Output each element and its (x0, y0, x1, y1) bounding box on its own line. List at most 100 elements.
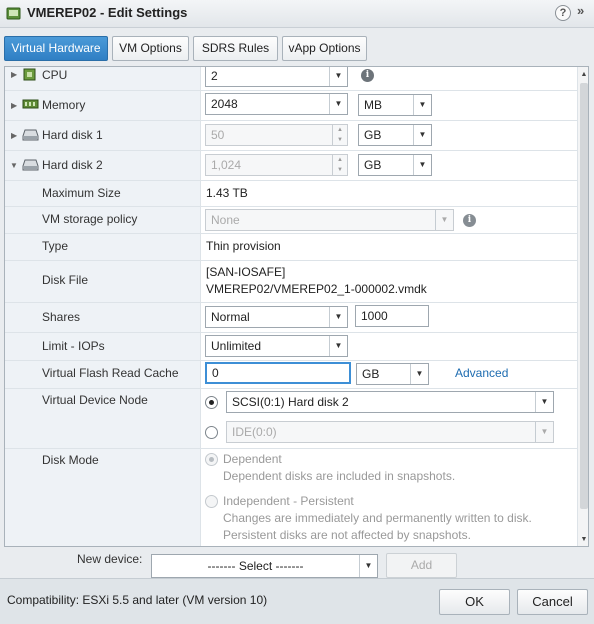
shares-select[interactable]: Normal ▼ (205, 306, 348, 328)
chevron-down-icon: ▼ (413, 155, 431, 175)
tab-vm-options[interactable]: VM Options (112, 36, 189, 61)
flash-cache-input[interactable]: 0 (205, 362, 351, 384)
ide-node-value: IDE(0:0) (232, 425, 277, 439)
independent-desc-1: Changes are immediately and permanently … (223, 511, 532, 525)
scroll-thumb[interactable] (580, 83, 588, 509)
memory-unit: MB (364, 98, 382, 112)
chevron-down-icon: ▼ (329, 307, 347, 327)
row-divider (5, 360, 577, 361)
independent-radio[interactable] (205, 495, 218, 508)
scroll-up-icon[interactable]: ▲ (578, 69, 588, 81)
tab-vapp-options[interactable]: vApp Options (282, 36, 367, 61)
hard-disk-1-unit: GB (364, 128, 382, 142)
disk-mode-label: Disk Mode (42, 453, 99, 467)
disk-file-datastore: [SAN-IOSAFE] (206, 265, 286, 279)
expand-arrow-icon[interactable]: ▶ (11, 70, 17, 79)
new-device-select[interactable]: ------- Select ------- ▼ (151, 554, 378, 578)
ok-button[interactable]: OK (439, 589, 510, 615)
chevron-down-icon: ▼ (413, 125, 431, 145)
scsi-node-select[interactable]: SCSI(0:1) Hard disk 2 ▼ (226, 391, 554, 413)
expand-arrow-icon[interactable]: ▶ (11, 131, 17, 140)
advanced-link[interactable]: Advanced (455, 366, 508, 380)
limit-iops-value: Unlimited (211, 339, 262, 353)
row-divider (5, 332, 577, 333)
flash-cache-unit: GB (362, 367, 380, 381)
cpu-icon (23, 68, 36, 81)
independent-title: Independent - Persistent (223, 494, 354, 508)
row-divider (5, 180, 577, 181)
dependent-desc: Dependent disks are included in snapshot… (223, 469, 456, 483)
ide-radio[interactable] (205, 426, 218, 439)
chevron-down-icon: ▼ (535, 392, 553, 412)
hard-disk-1-unit-select[interactable]: GB ▼ (358, 124, 432, 146)
row-divider (5, 302, 577, 303)
hard-disk-1-size-input[interactable]: 50 ▲ ▼ (205, 124, 348, 146)
spin-down-icon[interactable]: ▼ (332, 165, 347, 175)
memory-value: 2048 (211, 97, 238, 111)
storage-policy-value: None (211, 213, 240, 227)
hard-disk-2-unit: GB (364, 158, 382, 172)
info-icon[interactable]: i (361, 69, 374, 82)
tab-sdrs-rules[interactable]: SDRS Rules (193, 36, 278, 61)
memory-select[interactable]: 2048 ▼ (205, 93, 348, 115)
type-label: Type (42, 239, 69, 253)
row-divider (5, 388, 577, 389)
independent-desc-2: Persistent disks are not affected by sna… (223, 528, 471, 542)
storage-policy-select[interactable]: None ▼ (205, 209, 454, 231)
expand-icon[interactable]: » (577, 3, 584, 18)
hard-disk-1-value: 50 (211, 128, 225, 142)
flash-cache-unit-select[interactable]: GB ▼ (356, 363, 429, 385)
collapse-arrow-icon[interactable]: ▼ (10, 161, 18, 170)
flash-cache-label: Virtual Flash Read Cache (42, 366, 179, 380)
add-button[interactable]: Add (386, 553, 457, 578)
spin-up-icon[interactable]: ▲ (332, 125, 347, 135)
memory-label: Memory (42, 98, 86, 112)
title-bar: VMEREP02 - Edit Settings ? » (0, 0, 594, 28)
dependent-title: Dependent (223, 452, 282, 466)
max-size-label: Maximum Size (42, 186, 121, 200)
vertical-scrollbar[interactable]: ▲ ▼ (577, 67, 588, 546)
shares-amount-input[interactable]: 1000 (355, 305, 429, 327)
hard-disk-1-label: Hard disk 1 (42, 128, 103, 142)
limit-iops-label: Limit - IOPs (42, 339, 105, 353)
cpu-label: CPU (42, 68, 68, 82)
row-divider (5, 233, 577, 234)
ide-node-select[interactable]: IDE(0:0) ▼ (226, 421, 554, 443)
storage-policy-label: VM storage policy (42, 212, 138, 226)
chevron-down-icon: ▼ (435, 210, 453, 230)
chevron-down-icon: ▼ (413, 95, 431, 115)
memory-unit-select[interactable]: MB ▼ (358, 94, 432, 116)
disk-file-label: Disk File (42, 273, 89, 287)
scsi-radio[interactable] (205, 396, 218, 409)
chevron-down-icon: ▼ (359, 555, 377, 577)
tab-virtual-hardware[interactable]: Virtual Hardware (4, 36, 108, 61)
hard-disk-2-size-input[interactable]: 1,024 ▲ ▼ (205, 154, 348, 176)
max-size-value: 1.43 TB (206, 186, 248, 200)
cpu-select[interactable]: 2 ▼ (205, 67, 348, 87)
scsi-node-value: SCSI(0:1) Hard disk 2 (232, 395, 349, 409)
spin-up-icon[interactable]: ▲ (332, 155, 347, 165)
row-divider (5, 120, 577, 121)
row-divider (5, 150, 577, 151)
cancel-button[interactable]: Cancel (517, 589, 588, 615)
info-icon[interactable]: i (463, 214, 476, 227)
limit-iops-select[interactable]: Unlimited ▼ (205, 335, 348, 357)
new-device-select-value: ------- Select ------- (207, 559, 304, 573)
compatibility-text: Compatibility: ESXi 5.5 and later (VM ve… (7, 593, 268, 607)
scroll-down-icon[interactable]: ▼ (578, 534, 588, 546)
hard-disk-icon (22, 129, 39, 141)
dependent-radio[interactable] (205, 453, 218, 466)
help-icon[interactable]: ? (555, 5, 571, 21)
row-divider (5, 90, 577, 91)
hard-disk-2-value: 1,024 (211, 158, 242, 172)
window-title: VMEREP02 - Edit Settings (27, 5, 188, 20)
hard-disk-2-unit-select[interactable]: GB ▼ (358, 154, 432, 176)
chevron-down-icon: ▼ (329, 67, 347, 86)
spin-down-icon[interactable]: ▼ (332, 135, 347, 145)
chevron-down-icon: ▼ (410, 364, 428, 384)
row-divider (5, 448, 577, 449)
shares-label: Shares (42, 310, 81, 324)
expand-arrow-icon[interactable]: ▶ (11, 101, 17, 110)
shares-value: Normal (211, 310, 250, 324)
hardware-panel: ▶ CPU 2 ▼ i ▶ Memory 2048 ▼ MB ▼ ▶ Hard … (4, 66, 589, 547)
